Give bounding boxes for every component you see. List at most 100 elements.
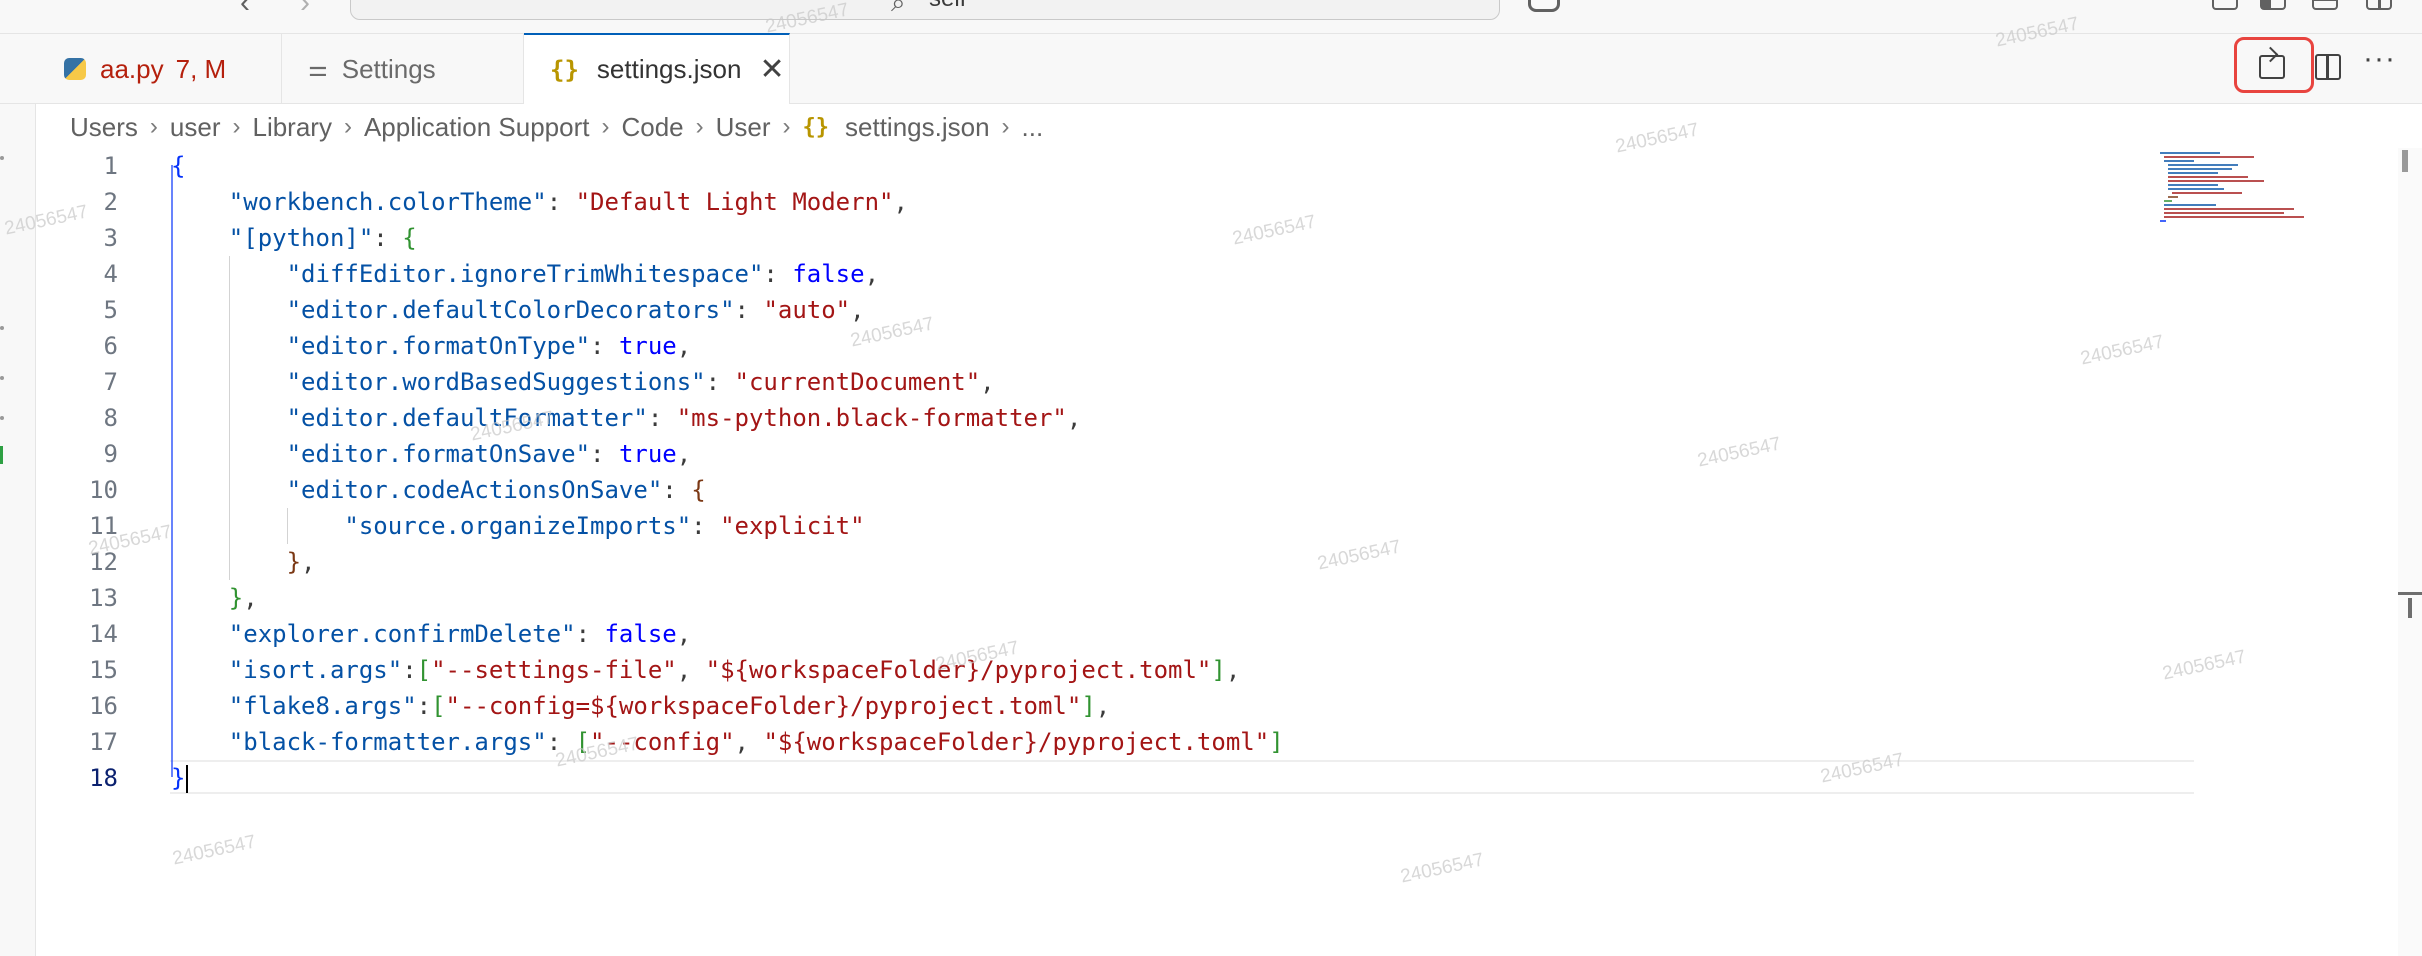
breadcrumb-code[interactable]: Code: [621, 112, 683, 143]
activity-indicator: [0, 376, 4, 380]
breadcrumb-user[interactable]: user: [170, 112, 221, 143]
chevron-right-icon: ›: [1001, 113, 1010, 140]
chevron-right-icon: ›: [782, 113, 791, 140]
code-token: {: [171, 152, 186, 180]
code-line[interactable]: "workbench.colorTheme": "Default Light M…: [171, 184, 2171, 220]
code-token: ]: [1081, 692, 1096, 720]
command-center-text: self: [929, 0, 966, 13]
code-line[interactable]: "source.organizeImports": "explicit": [171, 508, 2171, 544]
code-line[interactable]: "flake8.args":["--config=${workspaceFold…: [171, 688, 2171, 724]
vertical-scrollbar[interactable]: [2398, 148, 2422, 956]
code-line[interactable]: "editor.formatOnType": true,: [171, 328, 2171, 364]
code-token: "--config=${workspaceFolder}/pyproject.t…: [445, 692, 1082, 720]
code-line[interactable]: },: [171, 580, 2171, 616]
code-line[interactable]: "editor.wordBasedSuggestions": "currentD…: [171, 364, 2171, 400]
code-line[interactable]: "editor.codeActionsOnSave": {: [171, 472, 2171, 508]
line-number: 6: [103, 332, 118, 360]
code-line[interactable]: "explorer.confirmDelete": false,: [171, 616, 2171, 652]
code-token: ,: [893, 188, 908, 216]
code-token: "--settings-file": [431, 656, 677, 684]
line-number: 12: [89, 548, 118, 576]
copilot-icon[interactable]: [1528, 0, 1560, 12]
line-number: 5: [103, 296, 118, 324]
code-line[interactable]: },: [171, 544, 2171, 580]
tab-label: Settings: [341, 53, 436, 84]
code-token: ,: [301, 548, 316, 576]
code-token: ,: [676, 620, 692, 648]
command-center-search[interactable]: ⌕ self: [350, 0, 1500, 20]
code-line[interactable]: "isort.args":["--settings-file", "${work…: [171, 652, 2171, 688]
code-line[interactable]: {: [171, 148, 2171, 184]
minimap-line: [2168, 184, 2218, 186]
open-settings-ui-icon[interactable]: [2259, 55, 2285, 79]
code-token: "explicit": [720, 512, 865, 540]
code-token: ,: [676, 440, 692, 468]
close-icon[interactable]: ✕: [759, 54, 784, 85]
minimap-line: [2164, 212, 2284, 214]
code-token: ,: [1095, 692, 1111, 720]
line-number: 9: [103, 440, 118, 468]
overview-ruler-marker: [2408, 598, 2412, 618]
code-token: "[python]": [228, 224, 374, 252]
breadcrumb-settings-json[interactable]: settings.json: [845, 112, 990, 143]
breadcrumb-user-folder[interactable]: User: [716, 112, 771, 143]
code-editor[interactable]: 1 2 3 4 5 6 7 8 9 10 11 12 13 14 15 16 17 18 { "workbench…: [36, 148, 2386, 956]
code-token: :: [416, 692, 432, 720]
code-token: :: [647, 404, 677, 432]
more-actions-icon[interactable]: ···: [2363, 42, 2396, 76]
minimap[interactable]: [2160, 148, 2330, 228]
breadcrumb-application-support[interactable]: Application Support: [364, 112, 589, 143]
minimap-line: [2168, 188, 2224, 190]
code-token: "${workspaceFolder}/pyproject.toml": [763, 728, 1270, 756]
code-line[interactable]: "editor.formatOnSave": true,: [171, 436, 2171, 472]
tab-aa-py[interactable]: aa.py 7, M: [38, 34, 282, 104]
code-token: :: [691, 512, 721, 540]
customize-layout-icon[interactable]: [2212, 0, 2238, 10]
tab-settings[interactable]: ⚌ Settings: [282, 34, 524, 104]
breadcrumb-users[interactable]: Users: [70, 112, 138, 143]
code-line[interactable]: "diffEditor.ignoreTrimWhitespace": false…: [171, 256, 2171, 292]
code-line[interactable]: "[python]": {: [171, 220, 2171, 256]
search-icon: ⌕: [891, 0, 906, 17]
tab-settings-json[interactable]: {} settings.json ✕: [524, 33, 790, 104]
json-braces-icon: {}: [550, 55, 579, 84]
line-number: 7: [103, 368, 118, 396]
code-line[interactable]: "editor.defaultFormatter": "ms-python.bl…: [171, 400, 2171, 436]
line-number: 2: [103, 188, 118, 216]
chevron-right-icon: ›: [343, 113, 352, 140]
editor-tab-bar: aa.py 7, M ⚌ Settings {} settings.json ✕: [0, 33, 2422, 104]
scrollbar-thumb[interactable]: [2402, 150, 2408, 172]
code-token: {: [691, 476, 706, 504]
code-token: "editor.codeActionsOnSave": [286, 476, 663, 504]
back-arrow-icon[interactable]: ‹: [240, 0, 250, 20]
code-token: "diffEditor.ignoreTrimWhitespace": [286, 260, 764, 288]
line-number: 18: [89, 764, 118, 792]
minimap-line: [2168, 172, 2218, 174]
code-token: "Default Light Modern": [575, 188, 894, 216]
split-editor-icon[interactable]: [2315, 54, 2341, 80]
breadcrumb: Users › user › Library › Application Sup…: [70, 112, 1043, 142]
toggle-primary-sidebar-icon[interactable]: [2260, 0, 2286, 10]
code-line[interactable]: }: [171, 760, 2171, 796]
minimap-line: [2168, 168, 2232, 170]
activity-indicator: [0, 156, 4, 160]
code-token: :: [590, 440, 619, 468]
breadcrumb-symbols[interactable]: ...: [1022, 112, 1044, 143]
code-line[interactable]: "black-formatter.args": ["--config", "${…: [171, 724, 2171, 760]
indent-guide: [228, 328, 230, 364]
problems-badge: 7, M: [175, 53, 227, 84]
forward-arrow-icon[interactable]: ›: [300, 0, 310, 20]
code-content[interactable]: { "workbench.colorTheme": "Default Light…: [171, 148, 2171, 796]
toggle-panel-icon[interactable]: [2312, 0, 2338, 10]
minimap-line: [2172, 192, 2242, 194]
line-number: 1: [103, 152, 118, 180]
code-token: ,: [850, 296, 865, 324]
code-token: :: [546, 728, 576, 756]
breadcrumb-library[interactable]: Library: [252, 112, 331, 143]
toggle-secondary-sidebar-icon[interactable]: [2366, 0, 2392, 10]
code-line[interactable]: "editor.defaultColorDecorators": "auto",: [171, 292, 2171, 328]
